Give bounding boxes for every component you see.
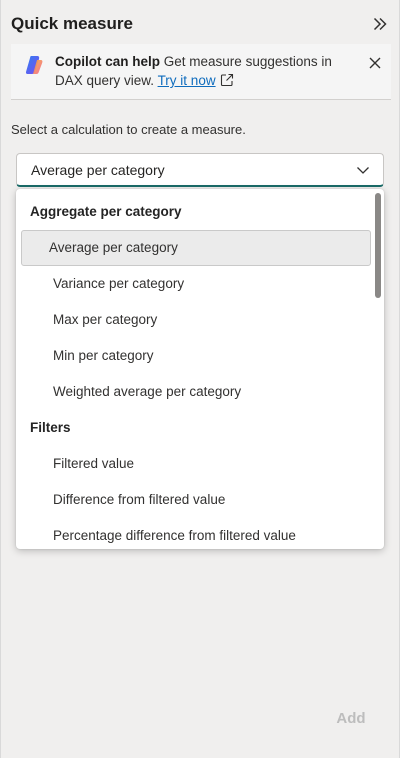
quick-measure-pane: Quick measure Copilot can help Get measu… xyxy=(0,0,400,758)
group-label-aggregate: Aggregate per category xyxy=(30,204,182,219)
option-percentage-difference-from-filtered-value[interactable]: Percentage difference from filtered valu… xyxy=(21,518,371,549)
calculation-select[interactable]: Average per category xyxy=(16,153,384,187)
dropdown-scrollbar[interactable] xyxy=(375,193,381,298)
double-chevron-right-icon xyxy=(373,17,387,31)
open-external-icon[interactable] xyxy=(220,73,234,87)
group-label-filters: Filters xyxy=(30,420,71,435)
option-difference-from-filtered-value[interactable]: Difference from filtered value xyxy=(21,482,371,518)
option-max-per-category[interactable]: Max per category xyxy=(21,302,371,338)
option-filtered-value[interactable]: Filtered value xyxy=(21,446,371,482)
close-banner-button[interactable] xyxy=(367,55,383,71)
banner-heading: Copilot can help xyxy=(55,54,161,69)
option-variance-per-category[interactable]: Variance per category xyxy=(21,266,371,302)
option-weighted-average-per-category[interactable]: Weighted average per category xyxy=(21,374,371,410)
add-button[interactable]: Add xyxy=(329,708,373,730)
try-it-now-link[interactable]: Try it now xyxy=(158,73,216,88)
option-average-per-category[interactable]: Average per category xyxy=(21,230,371,266)
copilot-logo-icon xyxy=(25,56,43,74)
pane-header: Quick measure xyxy=(11,10,391,38)
calculation-prompt: Select a calculation to create a measure… xyxy=(11,122,246,137)
selected-calculation: Average per category xyxy=(31,161,165,178)
copilot-banner: Copilot can help Get measure suggestions… xyxy=(11,44,391,100)
option-min-per-category[interactable]: Min per category xyxy=(21,338,371,374)
collapse-pane-button[interactable] xyxy=(369,13,391,35)
pane-title: Quick measure xyxy=(11,14,133,33)
chevron-down-icon xyxy=(357,166,369,174)
calculation-dropdown-list: Aggregate per category Average per categ… xyxy=(16,189,384,549)
